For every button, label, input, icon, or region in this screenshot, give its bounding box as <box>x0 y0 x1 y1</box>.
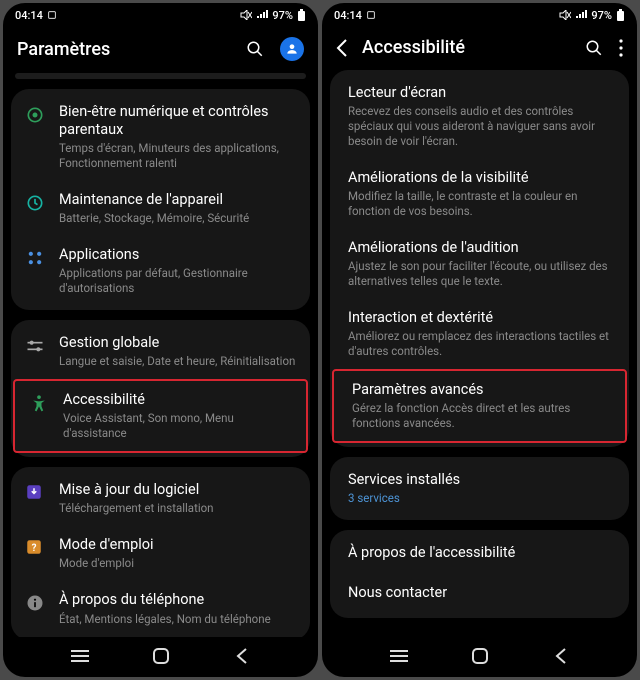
update-icon <box>25 481 59 501</box>
status-bar: 04:14 97% <box>322 3 637 27</box>
settings-group: Services installés 3 services <box>330 457 629 520</box>
screenshot-icon <box>366 10 376 20</box>
row-subtitle: Batterie, Stockage, Mémoire, Sécurité <box>59 211 296 226</box>
account-avatar[interactable] <box>280 37 304 61</box>
row-title: Bien-être numérique et contrôles parenta… <box>59 103 296 139</box>
info-icon <box>25 591 59 613</box>
row-subtitle: Voice Assistant, Son mono, Menu d'assist… <box>63 411 292 441</box>
svg-text:?: ? <box>32 543 37 554</box>
recents-button[interactable] <box>379 649 419 663</box>
settings-row[interactable]: Bien-être numérique et contrôles parenta… <box>11 93 310 181</box>
row-subtitle: Recevez des conseils audio et des contrô… <box>348 104 611 149</box>
scroll-hint <box>15 73 306 79</box>
row-subtitle: Améliorez ou remplacez des interactions … <box>348 329 611 359</box>
wellbeing-icon <box>25 103 59 125</box>
settings-list[interactable]: Bien-être numérique et contrôles parenta… <box>3 73 318 637</box>
status-time: 04:14 <box>15 9 43 22</box>
row-title: Services installés <box>348 471 611 489</box>
signal-icon <box>256 10 268 20</box>
row-subtitle: Applications par défaut, Gestionnaire d'… <box>59 266 296 296</box>
sliders-icon <box>25 334 59 356</box>
row-subtitle: Ajustez le son pour faciliter l'écoute, … <box>348 259 611 289</box>
device-care-icon <box>25 191 59 213</box>
battery-percent: 97% <box>272 9 293 22</box>
back-icon[interactable] <box>336 39 348 57</box>
row-subtitle: Mode d'emploi <box>59 556 296 571</box>
mute-icon <box>559 10 571 20</box>
row-title: Améliorations de la visibilité <box>348 169 611 187</box>
row-title: Mise à jour du logiciel <box>59 481 296 499</box>
row-title: À propos du téléphone <box>59 591 296 609</box>
home-button[interactable] <box>141 648 181 664</box>
page-title: Accessibilité <box>362 37 585 58</box>
row-subtitle: Langue et saisie, Date et heure, Réiniti… <box>59 354 296 369</box>
settings-group: À propos de l'accessibilité Nous contacte… <box>330 530 629 618</box>
row-title: Accessibilité <box>63 391 292 409</box>
battery-icon <box>297 9 306 21</box>
row-title: Lecteur d'écran <box>348 84 611 102</box>
person-icon <box>285 42 299 56</box>
settings-row[interactable]: À propos du téléphone État, Mentions léga… <box>11 581 310 636</box>
nav-bar <box>322 637 637 677</box>
home-button[interactable] <box>460 648 500 664</box>
manual-icon: ? <box>25 536 59 556</box>
settings-row[interactable]: Applications Applications par défaut, Ges… <box>11 236 310 306</box>
back-button[interactable] <box>222 648 262 664</box>
settings-row[interactable]: Lecteur d'écran Recevez des conseils audi… <box>330 74 629 159</box>
settings-row[interactable]: Paramètres avancés Gérez la fonction Accè… <box>332 369 627 443</box>
row-subtitle: Gérez la fonction Accès direct et les au… <box>352 401 607 431</box>
mute-icon <box>240 10 252 20</box>
row-title: Maintenance de l'appareil <box>59 191 296 209</box>
settings-row[interactable]: Maintenance de l'appareil Batterie, Stock… <box>11 181 310 236</box>
apps-icon <box>25 246 59 268</box>
settings-row[interactable]: ? Mode d'emploi Mode d'emploi <box>11 526 310 581</box>
row-subtitle: Modifiez la taille, le contraste et la c… <box>348 189 611 219</box>
search-icon[interactable] <box>585 39 603 57</box>
status-time: 04:14 <box>334 9 362 22</box>
signal-icon <box>575 10 587 20</box>
nav-bar <box>3 637 318 677</box>
recents-button[interactable] <box>60 649 100 663</box>
search-icon[interactable] <box>246 40 264 58</box>
more-icon[interactable] <box>619 39 623 57</box>
row-title: Nous contacter <box>348 584 611 602</box>
status-bar: 04:14 97% <box>3 3 318 27</box>
row-title: Paramètres avancés <box>352 381 607 399</box>
accessibility-screen: 04:14 97% Accessibilité Lecteur d'écran R… <box>322 3 637 677</box>
row-title: Améliorations de l'audition <box>348 239 611 257</box>
settings-group: Gestion globale Langue et saisie, Date et… <box>11 320 310 457</box>
header: Accessibilité <box>322 27 637 70</box>
page-title: Paramètres <box>17 39 246 60</box>
settings-row[interactable]: Gestion globale Langue et saisie, Date et… <box>11 324 310 379</box>
settings-row[interactable]: Accessibilité Voice Assistant, Son mono, … <box>13 379 308 453</box>
row-subtitle: Temps d'écran, Minuteurs des application… <box>59 141 296 171</box>
settings-group: Bien-être numérique et contrôles parenta… <box>11 89 310 310</box>
screenshot-icon <box>47 10 57 20</box>
row-subtitle: 3 services <box>348 491 611 506</box>
settings-group: Lecteur d'écran Recevez des conseils audi… <box>330 70 629 447</box>
row-title: Applications <box>59 246 296 264</box>
settings-row[interactable]: Améliorations de la visibilité Modifiez l… <box>330 159 629 229</box>
settings-row[interactable]: À propos de l'accessibilité <box>330 534 629 574</box>
settings-row[interactable]: Services installés 3 services <box>330 461 629 516</box>
row-subtitle: Téléchargement et installation <box>59 501 296 516</box>
settings-row[interactable]: Améliorations de l'audition Ajustez le so… <box>330 229 629 299</box>
accessibility-icon <box>29 391 63 413</box>
settings-screen: 04:14 97% Paramètres Bien-être numérique… <box>3 3 318 677</box>
row-title: Mode d'emploi <box>59 536 296 554</box>
settings-row[interactable]: Nous contacter <box>330 574 629 614</box>
row-title: Gestion globale <box>59 334 296 352</box>
settings-group: Mise à jour du logiciel Téléchargement et… <box>11 467 310 637</box>
battery-percent: 97% <box>591 9 612 22</box>
row-subtitle: État, Mentions légales, Nom du téléphone <box>59 612 296 627</box>
back-button[interactable] <box>541 648 581 664</box>
row-title: À propos de l'accessibilité <box>348 544 611 562</box>
battery-icon <box>616 9 625 21</box>
settings-row[interactable]: Interaction et dextérité Améliorez ou rem… <box>330 299 629 369</box>
row-title: Interaction et dextérité <box>348 309 611 327</box>
header: Paramètres <box>3 27 318 73</box>
accessibility-list[interactable]: Lecteur d'écran Recevez des conseils audi… <box>322 70 637 637</box>
settings-row[interactable]: Mise à jour du logiciel Téléchargement et… <box>11 471 310 526</box>
